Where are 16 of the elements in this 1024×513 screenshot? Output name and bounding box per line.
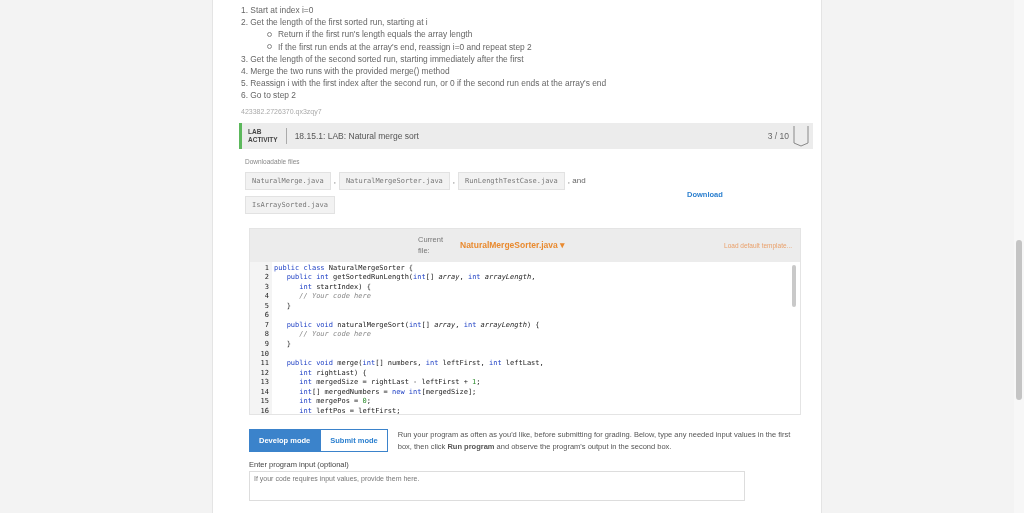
score-text: 3 / 10: [767, 130, 789, 141]
step-text: 3. Get the length of the second sorted run, starting immediately after the first: [241, 53, 524, 64]
separator-text: ,: [452, 176, 456, 186]
step-text: 1. Start at index i=0: [241, 5, 314, 15]
separator-text: , and: [567, 176, 586, 186]
step-text: 2. Get the length of the first sorted run, starting at i: [241, 17, 428, 28]
step-text: 4. Merge the two runs with the provided merge() method: [241, 66, 450, 76]
step-text: 5. Reassign i with the first index after the second run, or 0 if the second run ends at the array's end: [241, 78, 607, 89]
step-text: 6. Go to step 2: [241, 90, 296, 101]
scrollbar-thumb: [792, 264, 796, 307]
separator-text: ,: [333, 176, 336, 186]
lab-title: 18.15.1: LAB: Natural merge sort: [294, 130, 420, 141]
sub-step-text: If the first run ends at the array's end, reassign i=0 and repeat step 2: [278, 40, 532, 53]
badge-outline-icon: [793, 124, 809, 147]
sub-step-text: Return if the first run's length equals the array length: [278, 28, 473, 41]
file-dropdown[interactable]: NaturalMergeSorter.java ▾: [460, 240, 566, 251]
